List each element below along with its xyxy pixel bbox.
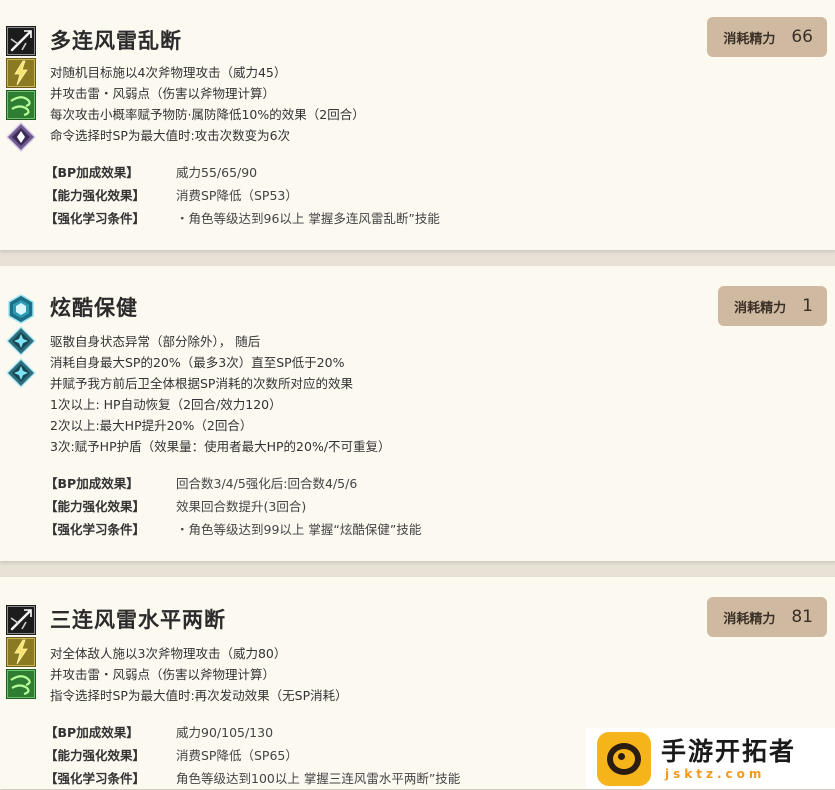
skill-icon-column <box>6 294 38 390</box>
skill-name: 三连风雷水平两断 <box>50 608 226 632</box>
description-line: 驱散自身状态异常（部分除外）， 随后 <box>50 334 261 349</box>
skill-attributes: 【BP加成效果】 威力55/65/90 【能力强化效果】 消费SP降低（SP53… <box>45 161 440 230</box>
watermark-title: 手游开拓者 <box>661 736 797 766</box>
boost-diamond-icon <box>6 122 36 152</box>
wind-element-icon <box>6 669 36 699</box>
attribute-value: 威力55/65/90 <box>176 165 258 180</box>
attribute-key: 【强化学习条件】 <box>45 771 146 786</box>
attribute-value: ・角色等级达到96以上 掌握多连风雷乱断”技能 <box>176 211 440 226</box>
description-line: 对全体敌人施以3次斧物理攻击（威力80） <box>50 646 287 661</box>
wind-element-icon <box>6 90 36 120</box>
attribute-row: 【强化学习条件】 ・角色等级达到96以上 掌握多连风雷乱断”技能 <box>45 207 440 230</box>
attribute-row: 【BP加成效果】 威力90/105/130 <box>45 721 460 744</box>
skill-description: 对随机目标施以4次斧物理攻击（威力45） 并攻击雷・风弱点（伤害以斧物理计算） … <box>50 62 365 146</box>
support-diamond-icon <box>6 326 36 356</box>
skill-name: 多连风雷乱断 <box>50 29 182 53</box>
cost-label: 消耗精力 <box>723 31 776 47</box>
description-line: 2次以上:最大HP提升20%（2回合） <box>50 418 253 433</box>
thunder-element-icon <box>6 637 36 667</box>
attribute-row: 【能力强化效果】 消费SP降低（SP53） <box>45 184 440 207</box>
site-logo-icon <box>597 731 651 786</box>
attribute-value: 消费SP降低（SP53） <box>176 188 298 203</box>
description-line: 并攻击雷・风弱点（伤害以斧物理计算） <box>50 667 276 682</box>
attribute-key: 【强化学习条件】 <box>45 211 146 226</box>
cost-badge: 消耗精力 1 <box>718 286 827 326</box>
thunder-element-icon <box>6 58 36 88</box>
watermark-url: jsktz.com <box>665 766 766 781</box>
support-diamond-icon <box>6 358 36 388</box>
cost-value: 66 <box>791 27 813 47</box>
attribute-row: 【能力强化效果】 消费SP降低（SP65） <box>45 744 460 767</box>
skill-description: 驱散自身状态异常（部分除外）， 随后 消耗自身最大SP的20%（最多3次）直至S… <box>50 331 391 457</box>
attribute-value: 回合数3/4/5强化后:回合数4/5/6 <box>176 476 358 491</box>
cost-badge: 消耗精力 66 <box>707 17 827 57</box>
attribute-row: 【强化学习条件】 ・角色等级达到99以上 掌握“炫酷保健”技能 <box>45 518 421 541</box>
attribute-key: 【能力强化效果】 <box>45 499 146 514</box>
sword-slash-icon <box>6 605 36 635</box>
skill-attributes: 【BP加成效果】 回合数3/4/5强化后:回合数4/5/6 【能力强化效果】 效… <box>45 472 421 541</box>
attribute-key: 【BP加成效果】 <box>45 725 139 740</box>
description-line: 每次攻击小概率赋予物防·属防降低10%的效果（2回合） <box>50 107 365 122</box>
skill-icon-column <box>6 26 38 154</box>
skill-icon-column <box>6 605 38 701</box>
description-line: 并赋予我方前后卫全体根据SP消耗的次数所对应的效果 <box>50 376 353 391</box>
cost-value: 81 <box>791 607 813 627</box>
cost-value: 1 <box>802 296 813 316</box>
sword-slash-icon <box>6 26 36 56</box>
cost-label: 消耗精力 <box>734 300 787 316</box>
attribute-value: 角色等级达到100以上 掌握三连风雷水平两断”技能 <box>176 771 461 786</box>
skill-description: 对全体敌人施以3次斧物理攻击（威力80） 并攻击雷・风弱点（伤害以斧物理计算） … <box>50 643 348 706</box>
attribute-key: 【能力强化效果】 <box>45 188 146 203</box>
watermark-text: 手游开拓者 jsktz.com <box>661 737 796 781</box>
attribute-row: 【强化学习条件】 角色等级达到100以上 掌握三连风雷水平两断”技能 <box>45 767 460 790</box>
site-watermark: 手游开拓者 jsktz.com <box>586 728 835 789</box>
attribute-row: 【BP加成效果】 回合数3/4/5强化后:回合数4/5/6 <box>45 472 421 495</box>
description-line: 3次:赋予HP护盾（效果量：使用者最大HP的20%/不可重复） <box>50 439 391 454</box>
cost-badge: 消耗精力 81 <box>707 597 827 637</box>
attribute-value: ・角色等级达到99以上 掌握“炫酷保健”技能 <box>176 522 422 537</box>
attribute-value: 效果回合数提升(3回合) <box>176 499 307 514</box>
attribute-key: 【BP加成效果】 <box>45 165 139 180</box>
description-line: 命令选择时SP为最大值时:攻击次数变为6次 <box>50 128 291 143</box>
attribute-key: 【强化学习条件】 <box>45 522 146 537</box>
description-line: 1次以上: HP自动恢复（2回合/效力120） <box>50 397 282 412</box>
skill-attributes: 【BP加成效果】 威力90/105/130 【能力强化效果】 消费SP降低（SP… <box>45 721 460 790</box>
heal-hexagon-icon <box>6 294 36 324</box>
skill-card: 多连风雷乱断 消耗精力 66 对随机目标施以4次斧物理攻击（威力45） 并攻击雷… <box>0 0 835 250</box>
description-line: 消耗自身最大SP的20%（最多3次）直至SP低于20% <box>50 355 345 370</box>
description-line: 对随机目标施以4次斧物理攻击（威力45） <box>50 65 287 80</box>
attribute-key: 【BP加成效果】 <box>45 476 139 491</box>
skill-card: 炫酷保健 消耗精力 1 驱散自身状态异常（部分除外）， 随后 消耗自身最大SP的… <box>0 266 835 561</box>
attribute-row: 【能力强化效果】 效果回合数提升(3回合) <box>45 495 421 518</box>
attribute-row: 【BP加成效果】 威力55/65/90 <box>45 161 440 184</box>
skill-name: 炫酷保健 <box>50 296 138 320</box>
cost-label: 消耗精力 <box>723 611 776 627</box>
attribute-value: 消费SP降低（SP65） <box>176 748 298 763</box>
description-line: 并攻击雷・风弱点（伤害以斧物理计算） <box>50 86 276 101</box>
attribute-key: 【能力强化效果】 <box>45 748 146 763</box>
description-line: 指令选择时SP为最大值时:再次发动效果（无SP消耗） <box>50 688 348 703</box>
attribute-value: 威力90/105/130 <box>176 725 274 740</box>
